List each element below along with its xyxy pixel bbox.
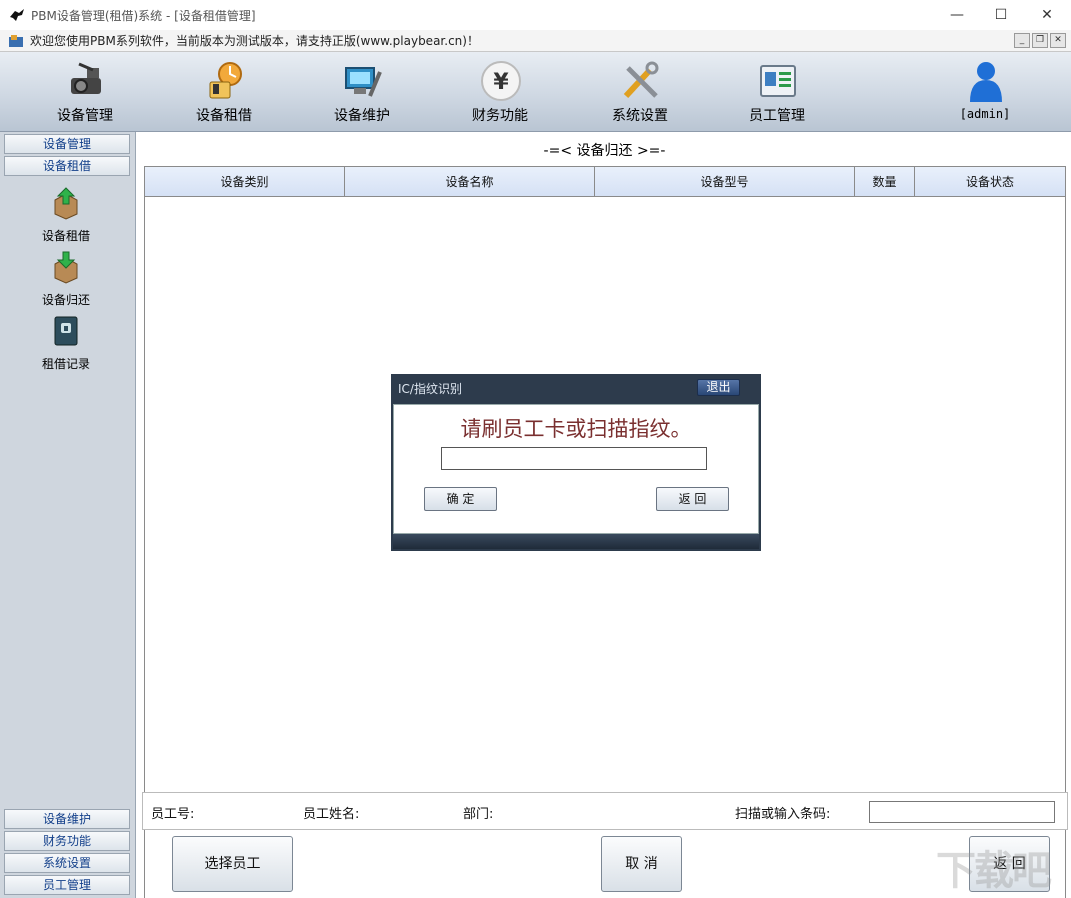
ic-fingerprint-dialog: IC/指纹识别 退出 请刷员工卡或扫描指纹。 确 定 返 回 xyxy=(391,374,761,551)
page-title: -=< 设备归还 >=- xyxy=(138,140,1071,160)
window-titlebar: PBM设备管理(租借)系统 - [设备租借管理] xyxy=(0,0,1071,30)
toolbar-label: 设备管理 xyxy=(25,105,145,125)
dialog-ok-button[interactable]: 确 定 xyxy=(424,487,497,511)
employee-info-bar: 员工号: 员工姓名: 部门: 扫描或输入条码: xyxy=(142,792,1068,830)
sidebar-item-rent[interactable]: 设备租借 xyxy=(20,186,112,244)
welcome-message: 欢迎您使用PBM系列软件，当前版本为测试版本，请支持正版(www.playbea… xyxy=(30,32,479,49)
toolbar-label: 财务功能 xyxy=(440,105,560,125)
dialog-prompt: 请刷员工卡或扫描指纹。 xyxy=(394,413,758,443)
maximize-button[interactable]: ☐ xyxy=(978,0,1024,30)
column-header[interactable]: 设备名称 xyxy=(345,167,595,197)
sidebar-nav-device-lending[interactable]: 设备租借 xyxy=(4,156,130,176)
sidebar-item-label: 租借记录 xyxy=(20,355,112,372)
barcode-label: 扫描或输入条码: xyxy=(735,803,830,822)
window-title: PBM设备管理(租借)系统 - [设备租借管理] xyxy=(31,7,256,24)
dialog-back-button[interactable]: 返 回 xyxy=(656,487,729,511)
toolbar-device-maintenance[interactable]: 设备维护 xyxy=(302,52,422,130)
toolbar-label: [admin] xyxy=(925,107,1045,121)
toolbar-label: 设备租借 xyxy=(164,105,284,125)
return-box-icon xyxy=(49,250,83,284)
card-input[interactable] xyxy=(441,447,707,470)
tools-icon xyxy=(620,60,662,102)
employee-name-label: 员工姓名: xyxy=(303,803,359,822)
sidebar-nav-device-maintenance[interactable]: 设备维护 xyxy=(4,809,130,829)
message-strip: 欢迎您使用PBM系列软件，当前版本为测试版本，请支持正版(www.playbea… xyxy=(0,30,1071,52)
close-button[interactable]: ✕ xyxy=(1024,0,1070,30)
sidebar-nav-system-settings[interactable]: 系统设置 xyxy=(4,853,130,873)
employee-id-label: 员工号: xyxy=(151,803,194,822)
main-toolbar: 设备管理 设备租借 设备维护 ¥ 财务功能 系统设置 xyxy=(0,52,1071,132)
sidebar-nav-employee-management[interactable]: 员工管理 xyxy=(4,875,130,895)
cancel-button[interactable]: 取 消 xyxy=(601,836,682,892)
sidebar-nav-finance[interactable]: 财务功能 xyxy=(4,831,130,851)
app-small-icon xyxy=(8,34,24,48)
sidebar-item-label: 设备归还 xyxy=(20,291,112,308)
toolbar-system-settings[interactable]: 系统设置 xyxy=(580,52,700,130)
department-label: 部门: xyxy=(463,803,493,822)
mdi-minimize-button[interactable]: _ xyxy=(1014,33,1030,48)
toolbar-current-user[interactable]: [admin] xyxy=(925,52,1045,130)
barcode-input[interactable] xyxy=(869,801,1055,823)
app-logo-icon xyxy=(9,8,25,22)
employee-card-icon xyxy=(757,60,799,102)
toolbar-label: 设备维护 xyxy=(302,105,422,125)
lend-device-icon xyxy=(204,60,246,102)
sidebar-item-return[interactable]: 设备归还 xyxy=(20,250,112,308)
svg-text:¥: ¥ xyxy=(493,70,509,95)
record-book-icon xyxy=(49,314,83,348)
dialog-title: IC/指纹识别 xyxy=(398,380,462,397)
toolbar-device-lending[interactable]: 设备租借 xyxy=(164,52,284,130)
camera-device-icon xyxy=(65,60,107,102)
sidebar-item-records[interactable]: 租借记录 xyxy=(20,314,112,372)
table-header: 设备类别 设备名称 设备型号 数量 设备状态 xyxy=(145,167,1065,197)
column-header[interactable]: 设备型号 xyxy=(595,167,855,197)
column-header[interactable]: 设备类别 xyxy=(145,167,345,197)
sidebar-item-label: 设备租借 xyxy=(20,227,112,244)
sidebar-nav-device-management[interactable]: 设备管理 xyxy=(4,134,130,154)
column-header[interactable]: 数量 xyxy=(855,167,915,197)
maintenance-icon xyxy=(342,60,384,102)
watermark: 下载吧 xyxy=(936,838,1050,896)
sidebar: 设备管理 设备租借 设备租借 设备归还 租借记录 设备维护 财务功能 系统设置 … xyxy=(0,132,136,898)
user-icon xyxy=(965,60,1007,102)
dialog-exit-button[interactable]: 退出 xyxy=(697,379,740,396)
toolbar-employee-management[interactable]: 员工管理 xyxy=(717,52,837,130)
mdi-restore-button[interactable]: ❐ xyxy=(1032,33,1048,48)
toolbar-finance[interactable]: ¥ 财务功能 xyxy=(440,52,560,130)
toolbar-device-management[interactable]: 设备管理 xyxy=(25,52,145,130)
rent-box-icon xyxy=(49,186,83,220)
toolbar-label: 系统设置 xyxy=(580,105,700,125)
toolbar-label: 员工管理 xyxy=(717,105,837,125)
dialog-footer xyxy=(393,534,759,549)
column-header[interactable]: 设备状态 xyxy=(915,167,1065,197)
dialog-body: 请刷员工卡或扫描指纹。 确 定 返 回 xyxy=(393,404,759,534)
mdi-close-button[interactable]: ✕ xyxy=(1050,33,1066,48)
minimize-button[interactable]: — xyxy=(934,0,980,30)
yen-icon: ¥ xyxy=(480,60,522,102)
select-employee-button[interactable]: 选择员工 xyxy=(172,836,293,892)
